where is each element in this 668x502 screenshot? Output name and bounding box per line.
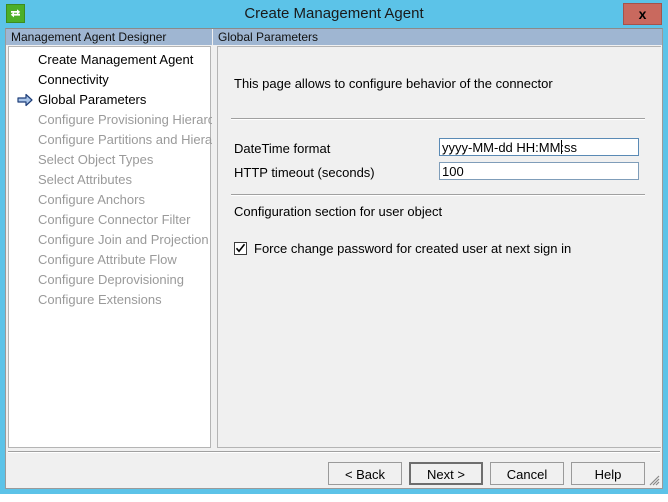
dialog-window: Create Management Agent x Management Age… (0, 0, 668, 494)
footer-button-bar: < Back Next > Cancel Help (6, 453, 662, 488)
nav-item-label: Configure Extensions (38, 292, 162, 307)
separator-bottom (231, 194, 645, 196)
sidebar-item-select-object-types: Select Object Types (9, 150, 210, 170)
datetime-format-input[interactable] (439, 138, 639, 156)
sidebar-item-configure-connector-filter: Configure Connector Filter (9, 210, 210, 230)
sidebar-item-configure-provisioning-hierarchy: Configure Provisioning Hierarchy (9, 110, 210, 130)
sidebar-item-connectivity[interactable]: Connectivity (9, 70, 210, 90)
nav-item-label: Configure Provisioning Hierarchy (38, 112, 228, 127)
designer-nav-panel: Management Agent Designer Create Managem… (6, 29, 212, 449)
wizard-step-list[interactable]: Create Management Agent Connectivity Glo… (8, 46, 211, 448)
sidebar-item-global-parameters[interactable]: Global Parameters (9, 90, 210, 110)
parameters-panel: Global Parameters This page allows to co… (212, 29, 662, 449)
sidebar-item-configure-partitions-and-hierarchies: Configure Partitions and Hierarchies (9, 130, 210, 150)
cancel-button[interactable]: Cancel (490, 462, 564, 485)
dialog-client-area: Management Agent Designer Create Managem… (5, 28, 663, 489)
force-change-password-label: Force change password for created user a… (254, 241, 571, 256)
nav-item-label: Create Management Agent (38, 52, 193, 67)
window-title: Create Management Agent (0, 0, 668, 28)
next-button[interactable]: Next > (409, 462, 483, 485)
parameters-content: This page allows to configure behavior o… (217, 46, 661, 448)
title-bar: Create Management Agent x (0, 0, 668, 28)
sidebar-item-configure-deprovisioning: Configure Deprovisioning (9, 270, 210, 290)
force-change-password-row[interactable]: Force change password for created user a… (234, 241, 571, 256)
back-button[interactable]: < Back (328, 462, 402, 485)
sidebar-item-configure-attribute-flow: Configure Attribute Flow (9, 250, 210, 270)
screenshot-root: Create Management Agent x Management Age… (0, 0, 668, 502)
nav-item-label: Configure Anchors (38, 192, 145, 207)
nav-item-label: Global Parameters (38, 92, 146, 107)
text-caret (561, 140, 562, 154)
nav-item-label: Select Attributes (38, 172, 132, 187)
datetime-format-label: DateTime format (234, 141, 330, 156)
sidebar-item-configure-join-and-projection-rules: Configure Join and Projection Rules (9, 230, 210, 250)
sidebar-item-configure-extensions: Configure Extensions (9, 290, 210, 310)
nav-item-label: Configure Connector Filter (38, 212, 190, 227)
separator-top (231, 118, 645, 120)
current-step-arrow-icon (17, 93, 33, 107)
user-object-section-title: Configuration section for user object (234, 204, 442, 219)
http-timeout-label: HTTP timeout (seconds) (234, 165, 375, 180)
content-panel-header: Global Parameters (213, 29, 662, 45)
nav-item-label: Configure Deprovisioning (38, 272, 184, 287)
http-timeout-input[interactable] (439, 162, 639, 180)
force-change-password-checkbox[interactable] (234, 242, 247, 255)
sidebar-item-select-attributes: Select Attributes (9, 170, 210, 190)
nav-panel-header: Management Agent Designer (6, 29, 212, 45)
nav-item-label: Connectivity (38, 72, 109, 87)
nav-item-label: Configure Attribute Flow (38, 252, 177, 267)
page-description: This page allows to configure behavior o… (234, 76, 553, 91)
sidebar-item-create-management-agent[interactable]: Create Management Agent (9, 50, 210, 70)
help-button[interactable]: Help (571, 462, 645, 485)
close-button[interactable]: x (623, 3, 662, 25)
resize-grip-icon[interactable] (647, 473, 660, 486)
nav-item-label: Select Object Types (38, 152, 153, 167)
sidebar-item-configure-anchors: Configure Anchors (9, 190, 210, 210)
